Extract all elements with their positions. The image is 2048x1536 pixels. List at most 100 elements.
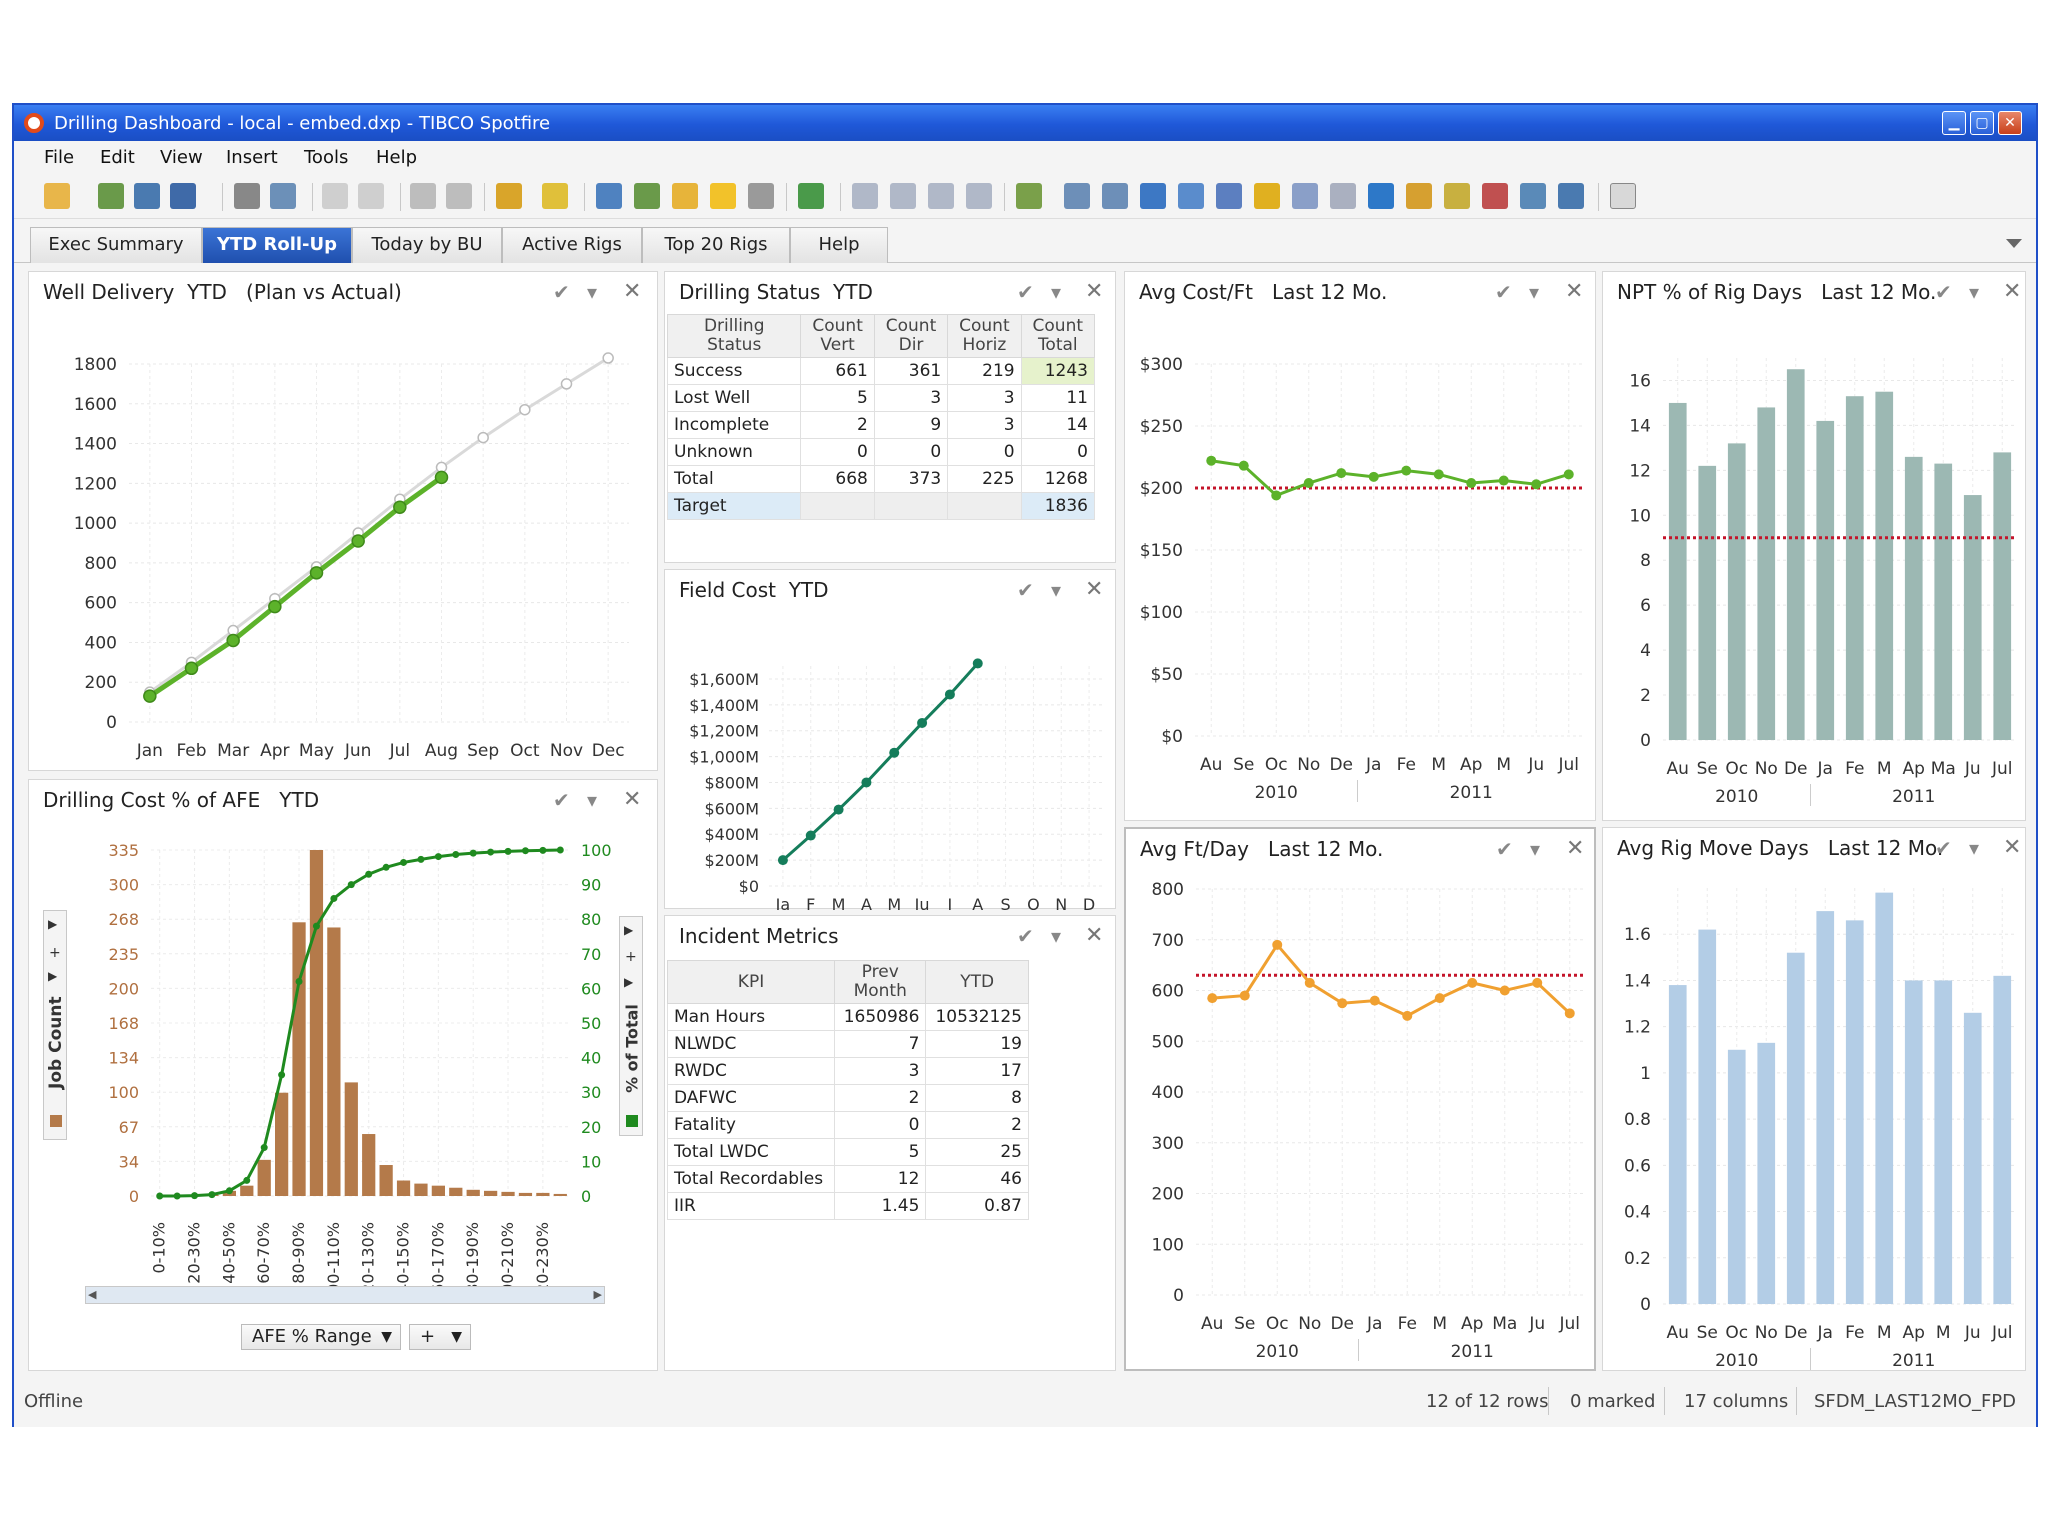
export-icon[interactable] [270, 183, 296, 209]
menu-insert[interactable]: Insert [226, 147, 278, 168]
copy-icon[interactable] [322, 183, 348, 209]
close-panel-icon[interactable]: ✕ [1085, 925, 1103, 947]
undo-icon[interactable] [410, 183, 436, 209]
table-row[interactable]: DAFWC 2 8 [666, 1084, 1029, 1112]
table-row[interactable]: Incomplete 2 9 3 14 [666, 411, 1096, 439]
table-row[interactable]: NLWDC 7 19 [666, 1030, 1029, 1058]
menu-help[interactable]: Help [376, 147, 417, 168]
add-axis-selector[interactable]: + ▼ [409, 1324, 471, 1350]
column-header[interactable]: Count Dir [873, 314, 949, 358]
save-icon[interactable] [170, 183, 196, 209]
combination-chart-icon[interactable] [1216, 183, 1242, 209]
new-page-icon[interactable] [798, 183, 824, 209]
incident-metrics-table[interactable]: KPI Prev Month YTD Man Hours 1650986 10532125 N… [666, 960, 1029, 1220]
parallel-coordinates-icon[interactable] [1482, 183, 1508, 209]
menu-edit[interactable]: Edit [100, 147, 135, 168]
table-row[interactable]: Lost Well 5 3 3 11 [666, 384, 1096, 412]
checkmark-icon[interactable]: ✔ [1017, 926, 1034, 946]
menu-file[interactable]: File [44, 147, 74, 168]
lists-icon[interactable] [748, 183, 774, 209]
table-row[interactable]: RWDC 3 17 [666, 1057, 1029, 1085]
open-icon[interactable] [44, 183, 70, 209]
new-visualization-icon[interactable] [1016, 183, 1042, 209]
paste-icon[interactable] [358, 183, 384, 209]
table-row[interactable]: IIR 1.45 0.87 [666, 1192, 1029, 1220]
minimize-icon[interactable]: ▁ [1942, 111, 1966, 135]
avg-cost-ft-chart[interactable]: $0 $50 $100 $150 $200 $250 $300 Au Se Oc No De Ja Fe M… [1125, 272, 1597, 822]
3d-scatter-icon[interactable] [1330, 183, 1356, 209]
table-row[interactable]: Total LWDC 5 25 [666, 1138, 1029, 1166]
column-header[interactable]: YTD [925, 960, 1029, 1004]
scroll-left-icon[interactable]: ◀ [88, 1288, 96, 1301]
checkmark-icon[interactable]: ✔ [1017, 282, 1034, 302]
bookmark-icon[interactable] [542, 183, 568, 209]
line-chart-icon[interactable] [1178, 183, 1204, 209]
menu-tools[interactable]: Tools [304, 147, 348, 168]
x-axis-selector[interactable]: AFE % Range ▼ [241, 1324, 401, 1350]
maximize-visualization-icon[interactable] [966, 183, 992, 209]
drilling-cost-chart[interactable]: 0 34 67 100 134 168 200 235 268 300 335 0 10 20 30 40 50… [29, 780, 659, 1372]
menu-view[interactable]: View [160, 147, 203, 168]
bar-chart-icon[interactable] [1140, 183, 1166, 209]
summary-table-icon[interactable] [1520, 183, 1546, 209]
table-row[interactable]: Fatality 0 2 [666, 1111, 1029, 1139]
table-row[interactable]: Unknown 0 0 0 0 [666, 438, 1096, 466]
table-row[interactable]: Total Recordables 12 46 [666, 1165, 1029, 1193]
column-header[interactable]: Prev Month [834, 960, 927, 1004]
print-icon[interactable] [234, 183, 260, 209]
reload-icon[interactable] [134, 183, 160, 209]
npt-chart[interactable]: 0 2 4 6 8 10 12 14 16 Au Se Oc No De Ja Fe M Ap Ma Ju Jul 201… [1603, 272, 2027, 822]
dropdown-icon[interactable]: ▾ [1051, 282, 1061, 302]
treemap-icon[interactable] [1406, 183, 1432, 209]
table-icon[interactable] [1064, 183, 1090, 209]
tab-today-by-bu[interactable]: Today by BU [352, 227, 502, 263]
data-table-name[interactable]: SFDM_LAST12MO_FPD [1814, 1391, 2016, 1412]
reset-icon[interactable] [496, 183, 522, 209]
tab-exec-summary[interactable]: Exec Summary [30, 227, 202, 263]
box-plot-icon[interactable] [1558, 183, 1584, 209]
filter-icon[interactable] [596, 183, 622, 209]
table-row[interactable]: Man Hours 1650986 10532125 [666, 1003, 1029, 1031]
well-delivery-chart[interactable]: 0 200 400 600 800 1000 1200 1400 1600 1800 Jan Feb M… [29, 272, 659, 772]
table-row[interactable]: Target 1836 [666, 492, 1096, 520]
ft-day-point [1532, 977, 1543, 988]
left-axis-selector[interactable]: ▶ + ▶ Job Count [43, 910, 67, 1140]
heat-map-icon[interactable] [1444, 183, 1470, 209]
avg-ft-day-chart[interactable]: 0 100 200 300 400 500 600 700 800 Au Se Oc No De Ja Fe M… [1126, 829, 1598, 1373]
layout-columns-icon[interactable] [890, 183, 916, 209]
details-icon[interactable] [634, 183, 660, 209]
tags-icon[interactable] [672, 183, 698, 209]
drilling-status-table[interactable]: Drilling Status Count Vert Count Dir Count Hori… [666, 314, 1096, 520]
tab-ytd-roll-up[interactable]: YTD Roll-Up [202, 227, 352, 263]
column-header[interactable]: Count Horiz [947, 314, 1022, 358]
column-header[interactable]: Drilling Status [666, 314, 802, 358]
redo-icon[interactable] [446, 183, 472, 209]
tab-help[interactable]: Help [790, 227, 888, 263]
cross-table-icon[interactable] [1102, 183, 1128, 209]
maximize-icon[interactable]: ▢ [1970, 111, 1994, 135]
column-header[interactable]: Count Vert [800, 314, 875, 358]
pie-chart-icon[interactable] [1254, 183, 1280, 209]
rig-move-chart[interactable]: 0 0.2 0.4 0.6 0.8 1 1.2 1.4 1.6 Au Se Oc No De Ja Fe M Ap… [1603, 828, 2027, 1372]
scroll-right-icon[interactable]: ▶ [594, 1288, 602, 1301]
map-chart-icon[interactable] [1368, 183, 1394, 209]
field-cost-chart[interactable]: $0 $200M $400M $600M $800M $1,000M $1,200M $1,4… [665, 570, 1117, 910]
dropdown-icon[interactable]: ▾ [1051, 926, 1061, 946]
table-row[interactable]: Success 661 361 219 1243 [666, 357, 1096, 385]
favorite-icon[interactable] [710, 183, 736, 209]
text-area-icon[interactable] [1610, 183, 1636, 209]
tab-menu-icon[interactable] [2006, 239, 2022, 248]
tab-active-rigs[interactable]: Active Rigs [502, 227, 642, 263]
scatter-plot-icon[interactable] [1292, 183, 1318, 209]
column-header[interactable]: Count Total [1020, 314, 1096, 358]
tab-top-20-rigs[interactable]: Top 20 Rigs [642, 227, 790, 263]
close-panel-icon[interactable]: ✕ [1085, 281, 1103, 303]
column-header[interactable]: KPI [666, 960, 836, 1004]
layout-rows-icon[interactable] [928, 183, 954, 209]
table-row[interactable]: Total 668 373 225 1268 [666, 465, 1096, 493]
add-data-table-icon[interactable] [98, 183, 124, 209]
right-axis-selector[interactable]: ▶ + ▶ % of Total [619, 916, 643, 1136]
layout-grid-icon[interactable] [852, 183, 878, 209]
close-icon[interactable]: ✕ [1998, 111, 2022, 135]
horizontal-scrollbar[interactable]: ◀ ▶ [85, 1286, 605, 1304]
